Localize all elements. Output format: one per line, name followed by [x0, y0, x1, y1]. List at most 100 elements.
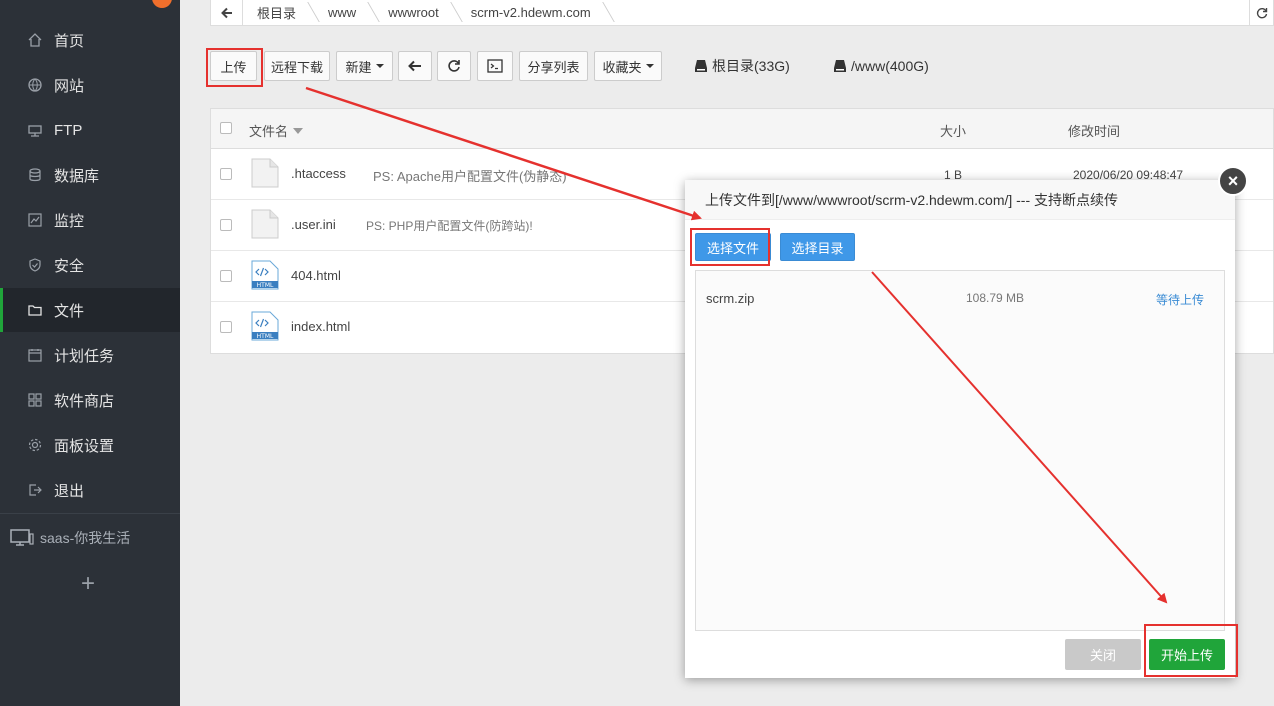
breadcrumb: 根目录 www wwwroot scrm-v2.hdewm.com — [210, 0, 1274, 26]
upload-dialog: 上传文件到[/www/wwwroot/scrm-v2.hdewm.com/] -… — [685, 180, 1235, 678]
file-name[interactable]: index.html — [291, 319, 350, 334]
favorites-label: 收藏夹 — [602, 59, 642, 75]
breadcrumb-item[interactable]: wwwroot — [374, 0, 457, 25]
disk-www[interactable]: /www(400G) — [833, 56, 929, 76]
site-label: saas-你我生活 — [40, 530, 131, 546]
sidebar-item-label: 数据库 — [54, 167, 100, 185]
dialog-title: 上传文件到[/www/wwwroot/scrm-v2.hdewm.com/] -… — [685, 180, 1235, 220]
file-name[interactable]: .user.ini — [291, 217, 336, 232]
sidebar-item-monitor[interactable]: 监控 — [0, 198, 180, 242]
close-button[interactable]: 关闭 — [1065, 639, 1141, 670]
svg-text:HTML: HTML — [257, 333, 274, 340]
sidebar-item-logout[interactable]: 退出 — [0, 468, 180, 512]
select-directory-button[interactable]: 选择目录 — [780, 233, 855, 261]
file-name[interactable]: 404.html — [291, 268, 341, 283]
column-mtime-header[interactable]: 修改时间 — [1068, 121, 1120, 140]
home-icon — [26, 31, 44, 49]
hdd-icon — [695, 60, 707, 72]
monitor-icon — [26, 211, 44, 229]
refresh-button[interactable] — [437, 51, 471, 81]
sidebar-item-label: 文件 — [54, 302, 85, 320]
upload-queue: scrm.zip 108.79 MB 等待上传 — [695, 270, 1225, 631]
ftp-icon — [26, 121, 44, 139]
globe-icon — [26, 76, 44, 94]
sidebar-item-database[interactable]: 数据库 — [0, 153, 180, 197]
column-name-header[interactable]: 文件名 — [249, 121, 304, 140]
upload-status: 等待上传 — [1156, 293, 1205, 307]
disk-root[interactable]: 根目录(33G) — [694, 56, 790, 76]
grid-icon — [26, 391, 44, 409]
sidebar-item-ftp[interactable]: FTP — [0, 108, 180, 152]
favorites-dropdown-button[interactable]: 收藏夹 — [594, 51, 662, 81]
sidebar-site-link[interactable]: saas-你我生活 — [10, 527, 130, 549]
new-label: 新建 — [345, 59, 372, 75]
table-header: 文件名 大小 修改时间 — [211, 109, 1273, 149]
sidebar-item-label: 首页 — [54, 32, 85, 50]
close-icon[interactable]: × — [1218, 166, 1248, 196]
refresh-path-button[interactable] — [1249, 0, 1273, 25]
file-desc: PS: Apache用户配置文件(伪静态) — [373, 169, 567, 184]
select-all-checkbox[interactable] — [220, 122, 232, 134]
file-name[interactable]: .htaccess — [291, 166, 346, 181]
select-file-button[interactable]: 选择文件 — [695, 233, 771, 261]
sidebar-item-home[interactable]: 首页 — [0, 18, 180, 62]
sidebar-item-settings[interactable]: 面板设置 — [0, 423, 180, 467]
file-icon — [251, 209, 279, 239]
sidebar-item-label: 计划任务 — [54, 347, 115, 365]
sidebar-item-label: 安全 — [54, 257, 85, 275]
gear-icon — [26, 436, 44, 454]
row-checkbox[interactable] — [220, 321, 232, 333]
terminal-icon — [487, 59, 503, 73]
go-back-button[interactable] — [398, 51, 432, 81]
start-upload-button[interactable]: 开始上传 — [1149, 639, 1225, 670]
sidebar-item-store[interactable]: 软件商店 — [0, 378, 180, 422]
add-site-button[interactable]: + — [76, 572, 100, 596]
sidebar-item-security[interactable]: 安全 — [0, 243, 180, 287]
back-button[interactable] — [211, 0, 243, 25]
caret-down-icon — [645, 64, 654, 68]
file-icon — [251, 158, 279, 188]
notification-badge — [152, 0, 172, 8]
file-desc: PS: PHP用户配置文件(防跨站)! — [366, 219, 533, 233]
disk-www-label: /www(400G) — [851, 58, 929, 74]
folder-icon — [26, 301, 44, 319]
caret-down-icon — [375, 64, 384, 68]
sidebar-item-label: 监控 — [54, 212, 85, 230]
sidebar-item-label: 软件商店 — [54, 392, 115, 410]
logout-icon — [26, 481, 44, 499]
column-size-header[interactable]: 大小 — [940, 121, 966, 140]
sidebar-item-files[interactable]: 文件 — [0, 288, 180, 332]
hdd-icon — [834, 60, 846, 72]
arrow-left-icon — [408, 60, 421, 72]
refresh-icon — [448, 60, 460, 72]
desktop-icon — [10, 529, 34, 546]
database-icon — [26, 166, 44, 184]
sidebar-item-website[interactable]: 网站 — [0, 63, 180, 107]
list-item: scrm.zip 108.79 MB 等待上传 — [696, 281, 1224, 315]
breadcrumb-item[interactable]: www — [314, 0, 374, 25]
sidebar-item-label: FTP — [54, 121, 83, 139]
arrow-left-icon — [220, 7, 232, 18]
row-checkbox[interactable] — [220, 270, 232, 282]
html-file-icon: HTML — [251, 260, 279, 290]
sidebar-item-cron[interactable]: 计划任务 — [0, 333, 180, 377]
breadcrumb-item[interactable]: scrm-v2.hdewm.com — [457, 0, 609, 25]
sidebar-divider — [0, 513, 180, 514]
new-dropdown-button[interactable]: 新建 — [336, 51, 393, 81]
upload-button[interactable]: 上传 — [210, 51, 257, 81]
sort-icon — [293, 127, 304, 134]
breadcrumb-item[interactable]: 根目录 — [243, 0, 314, 25]
sidebar-item-label: 网站 — [54, 77, 85, 95]
row-checkbox[interactable] — [220, 168, 232, 180]
terminal-button[interactable] — [477, 51, 513, 81]
sidebar-item-label: 退出 — [54, 482, 85, 500]
shield-icon — [26, 256, 44, 274]
remote-download-button[interactable]: 远程下载 — [264, 51, 330, 81]
sidebar: 首页 网站 FTP 数据库 监控 安全 文件 计划任务 软件商店 面板设置 退出 — [0, 0, 180, 706]
sidebar-item-label: 面板设置 — [54, 437, 115, 455]
column-name-label: 文件名 — [249, 124, 289, 139]
row-checkbox[interactable] — [220, 219, 232, 231]
share-list-button[interactable]: 分享列表 — [519, 51, 588, 81]
upload-file-name: scrm.zip — [706, 291, 755, 306]
upload-file-size: 108.79 MB — [966, 291, 1025, 305]
